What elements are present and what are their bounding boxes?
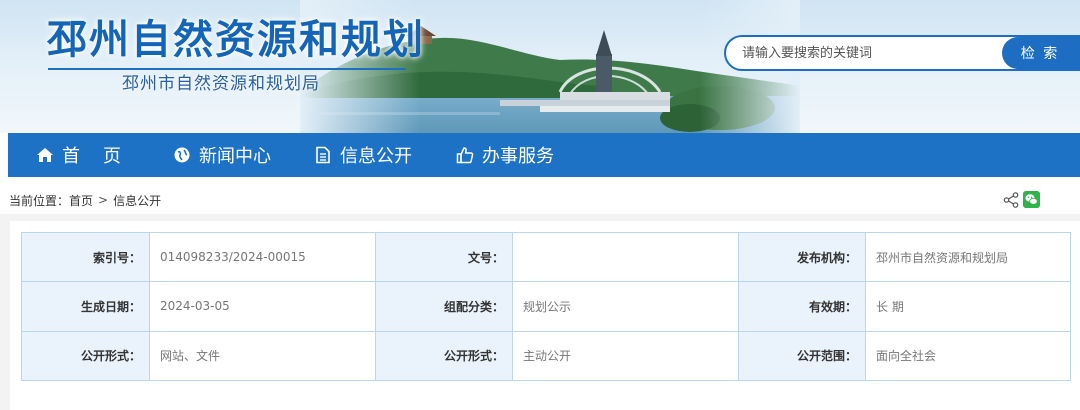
nav-item-label: 办事服务 (482, 146, 554, 167)
wechat-icon[interactable] (1023, 191, 1040, 208)
meta-value-disclosure-scope: 面向全社会 (865, 330, 1071, 382)
thumbs-up-icon (456, 147, 474, 164)
title-divider (48, 68, 406, 70)
meta-value-document-number (512, 231, 739, 283)
meta-label-publisher: 发布机构： (738, 231, 866, 283)
table-row: 公开形式： 网站、文件 公开形式： 主动公开 公开范围： 面向全社会 (21, 330, 1071, 382)
meta-label-validity: 有效期： (738, 281, 866, 332)
table-row: 生成日期： 2024-03-05 组配分类： 规划公示 有效期： 长 期 (21, 281, 1071, 332)
meta-value-disclosure-form: 网站、文件 (149, 330, 376, 382)
meta-value-publisher: 邳州市自然资源和规划局 (865, 231, 1071, 283)
meta-value-disclosure-method: 主动公开 (512, 330, 739, 382)
search-input[interactable] (726, 37, 1004, 69)
search-box: 检 索 (724, 35, 1080, 71)
meta-label-category: 组配分类： (375, 281, 513, 332)
meta-label-document-number: 文号： (375, 231, 513, 283)
meta-label-created-date: 生成日期： (21, 281, 150, 332)
nav-item-label: 信息公开 (340, 146, 412, 167)
meta-label-index-number: 索引号： (21, 231, 150, 283)
meta-label-disclosure-scope: 公开范围： (738, 330, 866, 382)
meta-value-validity: 长 期 (865, 281, 1071, 332)
breadcrumb-link-info-public[interactable]: 信息公开 (113, 192, 161, 209)
nav-item-info-public[interactable]: 信息公开 (314, 133, 412, 177)
breadcrumb: 当前位置： 首页 > 信息公开 (9, 190, 161, 210)
nav-item-home[interactable]: 首页 (36, 133, 144, 177)
meta-value-created-date: 2024-03-05 (149, 281, 376, 332)
meta-label-disclosure-form: 公开形式： (21, 330, 150, 382)
globe-icon (174, 147, 190, 163)
nav-item-label: 新闻中心 (199, 146, 271, 167)
nav-item-services[interactable]: 办事服务 (456, 133, 554, 177)
meta-label-disclosure-method: 公开形式： (375, 330, 513, 382)
breadcrumb-separator: > (98, 193, 109, 207)
meta-value-index-number: 014098233/2024-00015 (149, 231, 376, 283)
meta-value-category: 规划公示 (512, 281, 739, 332)
site-title: 邳州自然资源和规划 (47, 17, 425, 63)
share-icon[interactable] (1003, 192, 1019, 208)
site-banner: 邳州自然资源和规划 邳州市自然资源和规划局 检 索 (0, 0, 1080, 133)
site-subtitle: 邳州市自然资源和规划局 (122, 74, 320, 94)
nav-item-news[interactable]: 新闻中心 (173, 133, 271, 177)
document-icon (316, 146, 330, 164)
search-button[interactable]: 检 索 (1002, 37, 1078, 69)
breadcrumb-prefix: 当前位置： (9, 193, 70, 208)
home-icon (37, 148, 53, 162)
nav-item-label: 首页 (62, 146, 144, 167)
table-row: 索引号： 014098233/2024-00015 文号： 发布机构： 邳州市自… (21, 231, 1071, 283)
main-nav: 首页 新闻中心 信息公开 办事服务 (8, 133, 1080, 177)
breadcrumb-link-home[interactable]: 首页 (69, 192, 93, 209)
document-meta-table: 索引号： 014098233/2024-00015 文号： 发布机构： 邳州市自… (21, 231, 1071, 382)
